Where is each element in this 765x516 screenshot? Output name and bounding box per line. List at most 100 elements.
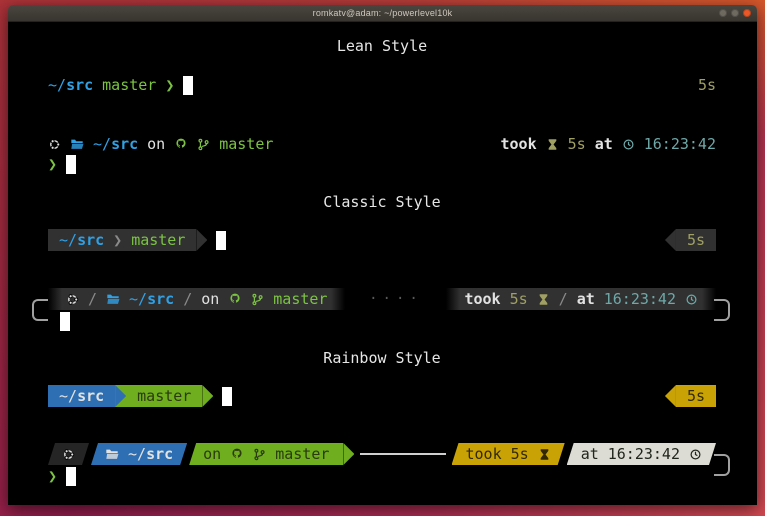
- folder-icon: [105, 447, 119, 461]
- clock-icon: [685, 293, 698, 306]
- path-name: src: [77, 231, 104, 249]
- cursor-block: [183, 76, 193, 95]
- powerline-arrow: [196, 229, 207, 251]
- prompt-frame-right: [714, 454, 730, 476]
- classic-prompt-2-line-1: / ~/src / on master ···· took 5s: [48, 288, 716, 310]
- duration-label: 5s: [568, 135, 586, 153]
- rainbow-duration-segment: 5s: [676, 385, 716, 407]
- rainbow-time-segment: at 16:23:42: [567, 443, 716, 465]
- terminal-window: romkatv@adam: ~/powerlevel10k Lean Style…: [8, 5, 757, 505]
- os-segment: [48, 443, 89, 465]
- on-label: on: [201, 290, 219, 308]
- rainbow-path-segment: ~/src: [91, 443, 187, 465]
- duration-label: 5s: [698, 76, 716, 94]
- window-title: romkatv@adam: ~/powerlevel10k: [313, 8, 453, 18]
- current-path: ~/src: [93, 135, 138, 153]
- path-name: src: [147, 290, 174, 308]
- github-icon: [174, 137, 188, 151]
- clock-icon: [622, 138, 635, 151]
- lean-prompt-2-line-2: ❯: [48, 153, 716, 175]
- prompt-char: ❯: [48, 467, 57, 485]
- classic-prompt-1: ~/src ❯ master 5s: [48, 229, 716, 251]
- folder-icon: [106, 292, 120, 306]
- path-prefix: ~/: [129, 290, 147, 308]
- path-name: src: [77, 387, 104, 405]
- powerline-arrow: [202, 385, 213, 407]
- cursor-block: [60, 312, 70, 331]
- hourglass-icon: [546, 138, 559, 151]
- cursor-block: [222, 387, 232, 406]
- current-path: ~/src: [129, 290, 174, 308]
- close-button[interactable]: [743, 9, 751, 17]
- prompt-frame-left: [32, 299, 48, 321]
- path-prefix: ~/: [59, 231, 77, 249]
- github-icon: [230, 447, 244, 461]
- git-branch-label: master: [275, 445, 329, 463]
- path-prefix: ~/: [93, 135, 111, 153]
- thin-separator: ❯: [113, 231, 122, 249]
- os-icon: [62, 448, 75, 461]
- current-path: ~/src: [48, 76, 93, 94]
- classic-prompt-2-line-2: [48, 310, 716, 332]
- git-branch-icon: [197, 138, 210, 151]
- rainbow-prompt-2-line-2: ❯: [48, 465, 716, 487]
- rainbow-path-segment: ~/src: [48, 385, 115, 407]
- maximize-button[interactable]: [731, 9, 739, 17]
- classic-style-heading: Classic Style: [48, 193, 716, 213]
- duration-label: 5s: [511, 445, 529, 463]
- powerline-arrow: [343, 443, 354, 465]
- folder-icon: [70, 137, 84, 151]
- prompt-frame-right: [714, 299, 730, 321]
- cursor-block: [216, 231, 226, 250]
- powerline-arrow: [115, 385, 126, 407]
- os-icon: [48, 138, 61, 151]
- on-label: on: [203, 445, 221, 463]
- thin-separator: /: [183, 290, 192, 308]
- segment-fade: [331, 288, 345, 310]
- took-label: took: [464, 290, 500, 308]
- on-label: on: [147, 135, 165, 153]
- minimize-button[interactable]: [719, 9, 727, 17]
- at-label: at: [577, 290, 595, 308]
- clock-icon: [689, 448, 702, 461]
- classic-right-segment: 5s: [676, 229, 716, 251]
- took-label: took: [501, 135, 537, 153]
- terminal-screen[interactable]: Lean Style ~/src master ❯ 5s ~/src on ma…: [8, 22, 757, 505]
- current-path: ~/src: [128, 445, 173, 463]
- rainbow-duration-segment: took 5s: [452, 443, 565, 465]
- hourglass-icon: [538, 448, 551, 461]
- duration-label: 5s: [687, 231, 705, 249]
- git-branch-label: master: [273, 290, 327, 308]
- current-path: ~/src: [59, 387, 104, 405]
- path-prefix: ~/: [128, 445, 146, 463]
- at-label: at: [581, 445, 599, 463]
- path-name: src: [66, 76, 93, 94]
- classic-bar-right: took 5s / at 16:23:42: [446, 288, 716, 310]
- thin-separator: /: [559, 290, 568, 308]
- path-prefix: ~/: [48, 76, 66, 94]
- at-label: at: [595, 135, 613, 153]
- time-label: 16:23:42: [608, 445, 680, 463]
- gap-connector-line: [360, 453, 445, 455]
- lean-prompt-1: ~/src master ❯ 5s: [48, 74, 716, 96]
- took-label: took: [466, 445, 502, 463]
- window-controls: [719, 9, 751, 17]
- git-branch-icon: [253, 448, 266, 461]
- lean-style-heading: Lean Style: [48, 37, 716, 57]
- rainbow-git-segment: master: [126, 385, 202, 407]
- os-icon: [66, 293, 79, 306]
- git-branch-label: master: [131, 231, 185, 249]
- time-label: 16:23:42: [604, 290, 676, 308]
- path-name: src: [111, 135, 138, 153]
- cursor-block: [66, 155, 76, 174]
- lean-prompt-2-line-1: ~/src on master took 5s at 16:23:42: [48, 133, 716, 155]
- rainbow-git-segment: on master: [189, 443, 343, 465]
- titlebar[interactable]: romkatv@adam: ~/powerlevel10k: [8, 5, 757, 22]
- github-icon: [228, 292, 242, 306]
- git-branch-label: master: [102, 76, 156, 94]
- git-branch-label: master: [219, 135, 273, 153]
- hourglass-icon: [537, 293, 550, 306]
- rainbow-style-heading: Rainbow Style: [48, 349, 716, 369]
- powerline-arrow-left: [665, 385, 676, 407]
- cursor-block: [66, 467, 76, 486]
